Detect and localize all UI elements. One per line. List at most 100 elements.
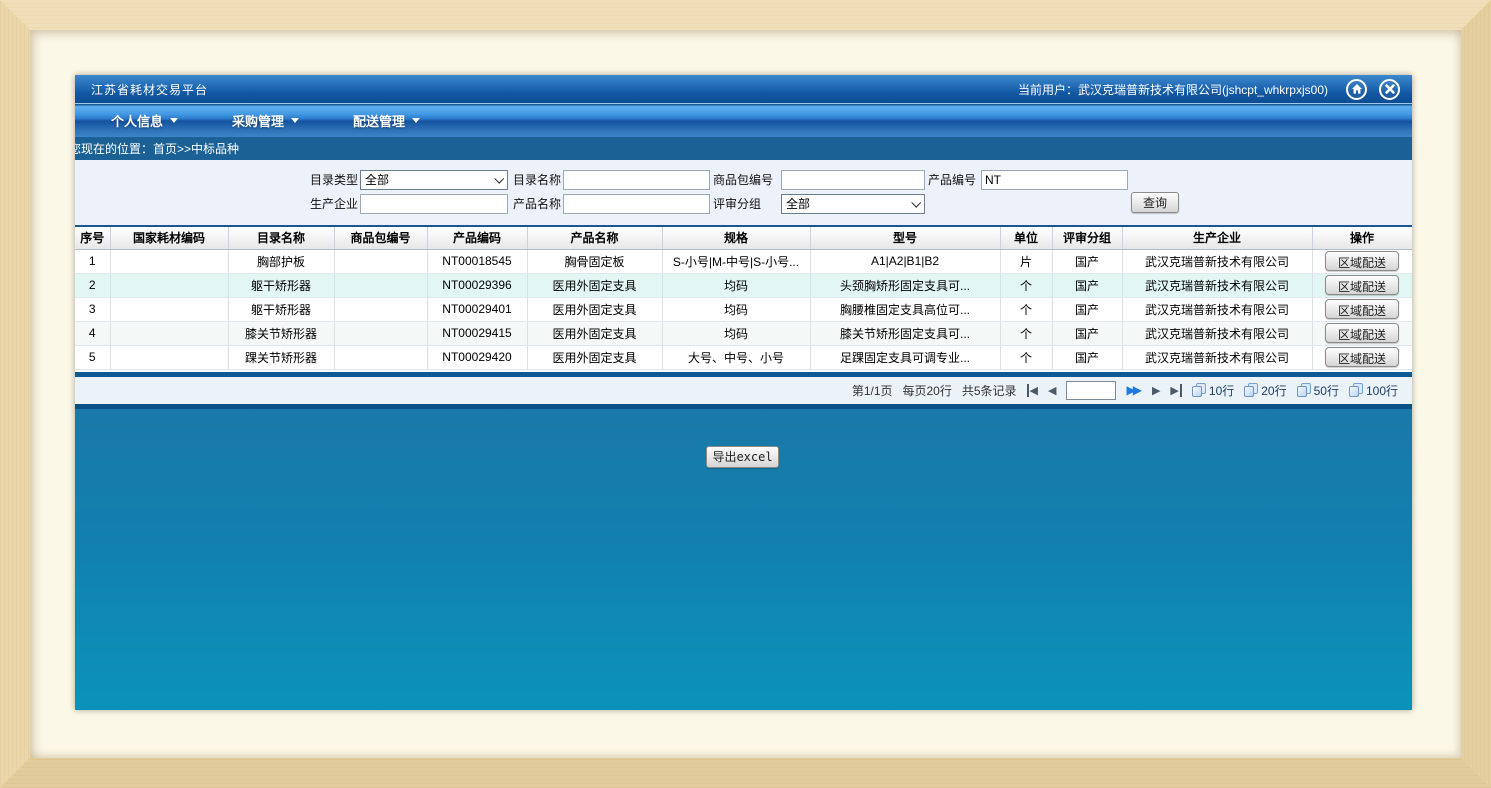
page-size-label: 100行 (1366, 382, 1398, 399)
cell-manufacturer: 武汉克瑞普新技术有限公司 (1122, 249, 1312, 273)
region-delivery-button[interactable]: 区域配送 (1325, 251, 1399, 271)
pages-icon (1244, 383, 1259, 398)
manufacturer-input[interactable] (360, 194, 508, 214)
cell-unit: 个 (1000, 297, 1052, 321)
cell-manufacturer: 武汉克瑞普新技术有限公司 (1122, 273, 1312, 297)
cell-model: 胸腰椎固定支具高位可... (810, 297, 1000, 321)
breadcrumb-text: 您现在的位置：首页>>中标品种 (75, 140, 239, 157)
chevron-down-icon (911, 198, 921, 208)
cell-seq: 4 (75, 321, 110, 345)
page-size-20-button[interactable]: 20行 (1244, 382, 1286, 399)
cell-seq: 3 (75, 297, 110, 321)
region-delivery-button[interactable]: 区域配送 (1325, 299, 1399, 319)
column-header-package-code: 商品包编号 (334, 227, 427, 249)
menu-item-label: 配送管理 (353, 111, 405, 130)
column-header-review-group: 评审分组 (1052, 227, 1122, 249)
pages-icon (1349, 383, 1364, 398)
export-excel-button[interactable]: 导出excel (706, 446, 779, 468)
prev-page-button[interactable]: ◀ (1048, 384, 1056, 397)
catalog-type-select[interactable]: 全部 (360, 170, 508, 190)
page-size-label: 20行 (1261, 382, 1286, 399)
product-name-input[interactable] (563, 194, 710, 214)
page-footer-area: 导出excel (75, 409, 1412, 711)
cell-national-code (110, 345, 228, 369)
column-header-product-code: 产品编码 (427, 227, 527, 249)
pagination-bar: 第1/1页 每页20行 共5条记录 ◀ ◀ ▶▶ ▶ ▶ 10行 20行 50行… (75, 377, 1412, 404)
table-row: 2躯干矫形器NT00029396医用外固定支具均码头颈胸矫形固定支具可...个国… (75, 273, 1412, 297)
page-size-50-button[interactable]: 50行 (1297, 382, 1339, 399)
menu-item-purchase-mgmt[interactable]: 采购管理 (214, 111, 317, 130)
catalog-name-input[interactable] (563, 170, 710, 190)
search-form: 目录类型 全部 目录名称 商品包编号 产品编号 生产企业 产品名称 评审分组 全… (75, 160, 1412, 225)
cell-product-name: 胸骨固定板 (527, 249, 662, 273)
cell-unit: 个 (1000, 345, 1052, 369)
package-code-input[interactable] (781, 170, 925, 190)
column-header-catalog-name: 目录名称 (228, 227, 334, 249)
cell-product-name: 医用外固定支具 (527, 345, 662, 369)
page-size-label: 50行 (1314, 382, 1339, 399)
page-jump-input[interactable] (1066, 381, 1116, 400)
query-button[interactable]: 查询 (1131, 192, 1179, 213)
table-body: 1胸部护板NT00018545胸骨固定板S-小号|M-中号|S-小号...A1|… (75, 249, 1412, 369)
review-group-label: 评审分组 (713, 194, 761, 214)
cell-spec: 均码 (662, 297, 810, 321)
menu-item-delivery-mgmt[interactable]: 配送管理 (335, 111, 438, 130)
cell-action: 区域配送 (1312, 321, 1412, 345)
cell-action: 区域配送 (1312, 297, 1412, 321)
column-header-product-name: 产品名称 (527, 227, 662, 249)
cell-national-code (110, 321, 228, 345)
next-page-button[interactable]: ▶ (1152, 384, 1160, 397)
cell-product-code: NT00018545 (427, 249, 527, 273)
cell-manufacturer: 武汉克瑞普新技术有限公司 (1122, 345, 1312, 369)
app-window: 江苏省耗材交易平台 当前用户：武汉克瑞普新技术有限公司(jshcpt_whkrp… (75, 75, 1412, 710)
package-code-label: 商品包编号 (713, 170, 773, 190)
page-size-100-button[interactable]: 100行 (1349, 382, 1398, 399)
column-header-national-code: 国家耗材编码 (110, 227, 228, 249)
cell-product-name: 医用外固定支具 (527, 321, 662, 345)
column-header-model: 型号 (810, 227, 1000, 249)
cell-product-name: 医用外固定支具 (527, 273, 662, 297)
home-icon[interactable] (1346, 79, 1367, 100)
first-page-button[interactable]: ◀ (1027, 384, 1038, 397)
cell-catalog-name: 胸部护板 (228, 249, 334, 273)
column-header-seq: 序号 (75, 227, 110, 249)
cell-action: 区域配送 (1312, 249, 1412, 273)
cell-product-code: NT00029415 (427, 321, 527, 345)
cell-catalog-name: 躯干矫形器 (228, 273, 334, 297)
close-icon[interactable] (1379, 79, 1400, 100)
go-to-page-button[interactable]: ▶▶ (1126, 383, 1141, 397)
pages-icon (1192, 383, 1207, 398)
region-delivery-button[interactable]: 区域配送 (1325, 347, 1399, 367)
cell-product-code: NT00029420 (427, 345, 527, 369)
chevron-down-icon (291, 118, 299, 123)
cell-review-group: 国产 (1052, 297, 1122, 321)
cell-package-code (334, 321, 427, 345)
cell-package-code (334, 249, 427, 273)
cell-model: 头颈胸矫形固定支具可... (810, 273, 1000, 297)
last-page-button[interactable]: ▶ (1170, 384, 1181, 397)
cell-seq: 1 (75, 249, 110, 273)
main-menu: 个人信息 采购管理 配送管理 (75, 103, 1412, 137)
cell-catalog-name: 膝关节矫形器 (228, 321, 334, 345)
cell-package-code (334, 273, 427, 297)
cell-model: 足踝固定支具可调专业... (810, 345, 1000, 369)
menu-item-personal-info[interactable]: 个人信息 (93, 111, 196, 130)
region-delivery-button[interactable]: 区域配送 (1325, 275, 1399, 295)
column-header-manufacturer: 生产企业 (1122, 227, 1312, 249)
page-size-10-button[interactable]: 10行 (1192, 382, 1234, 399)
cell-package-code (334, 297, 427, 321)
product-name-label: 产品名称 (513, 194, 561, 214)
cell-review-group: 国产 (1052, 345, 1122, 369)
region-delivery-button[interactable]: 区域配送 (1325, 323, 1399, 343)
cell-review-group: 国产 (1052, 321, 1122, 345)
pages-icon (1297, 383, 1312, 398)
results-table: 序号国家耗材编码目录名称商品包编号产品编码产品名称规格型号单位评审分组生产企业操… (75, 227, 1412, 370)
review-group-select[interactable]: 全部 (781, 194, 925, 214)
chevron-down-icon (170, 118, 178, 123)
product-code-input[interactable] (981, 170, 1128, 190)
cell-national-code (110, 249, 228, 273)
cell-model: 膝关节矫形固定支具可... (810, 321, 1000, 345)
cell-product-code: NT00029401 (427, 297, 527, 321)
page-size-label: 10行 (1209, 382, 1234, 399)
cell-seq: 5 (75, 345, 110, 369)
